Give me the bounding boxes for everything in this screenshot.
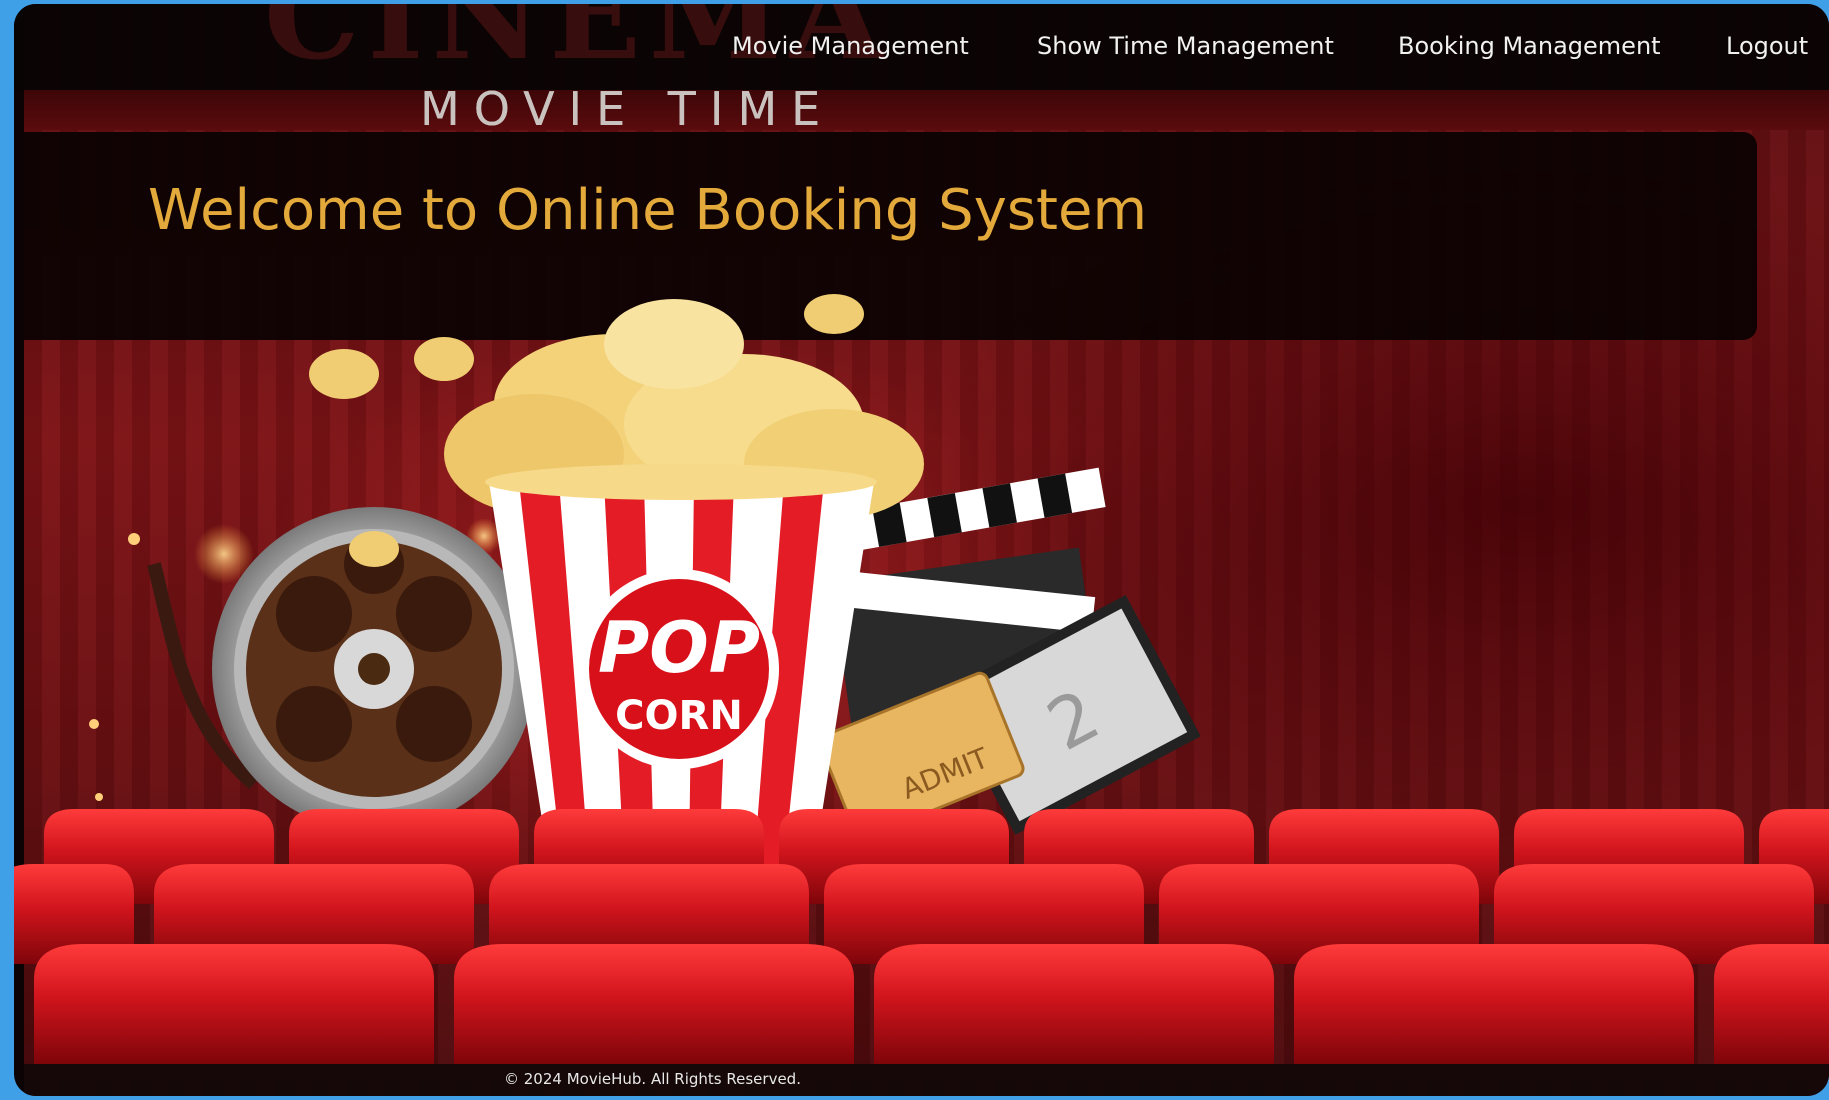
popcorn-label-top: POP — [598, 607, 760, 689]
footer-copyright: © 2024 MovieHub. All Rights Reserved. — [504, 1070, 801, 1088]
seats-front-row — [34, 944, 1829, 1064]
footer: © 2024 MovieHub. All Rights Reserved. — [24, 1064, 1829, 1096]
popcorn-label-bottom: CORN — [615, 693, 743, 739]
cinema-hero-illustration: 2 ADMIT POP CORN — [14, 294, 1829, 1064]
app-window: CINEMA MOVIE TIME CINEMA Movie Managemen… — [14, 4, 1829, 1096]
popcorn-bucket-icon: POP CORN — [485, 464, 877, 864]
